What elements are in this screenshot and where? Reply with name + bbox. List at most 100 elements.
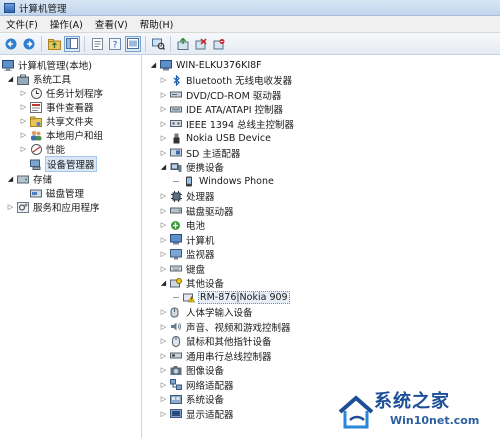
house-logo-icon <box>338 395 374 429</box>
usb-plug-icon <box>170 133 182 144</box>
device-category[interactable]: ▷ SD 主适配器 <box>159 146 241 160</box>
tree-node-device-manager[interactable]: 设备管理器 <box>30 156 97 172</box>
device-item[interactable]: Windows Phone <box>173 175 275 189</box>
tree-label: 服务和应用程序 <box>33 203 100 214</box>
expand-arrow-icon[interactable]: ▷ <box>159 322 168 331</box>
folder-up-icon[interactable] <box>46 36 62 52</box>
update-driver-icon[interactable] <box>175 36 191 52</box>
device-category[interactable]: ▷ 处理器 <box>159 189 216 203</box>
tree-node-performance[interactable]: ▷ 性能 <box>19 142 66 156</box>
console-tree-icon[interactable] <box>64 35 80 52</box>
tree-label: 存储 <box>33 175 53 186</box>
device-category[interactable]: ▷ 人体学输入设备 <box>159 305 254 319</box>
tree-node-local-users[interactable]: ▷ 本地用户和组 <box>19 128 104 142</box>
disable-device-icon[interactable] <box>193 36 209 52</box>
device-category[interactable]: ▷ 图像设备 <box>159 363 225 377</box>
expand-arrow-icon[interactable]: ▷ <box>19 103 28 112</box>
menu-help[interactable]: 帮助(H) <box>134 17 180 31</box>
menu-view[interactable]: 查看(V) <box>89 17 134 31</box>
expand-arrow-icon[interactable]: ▷ <box>19 145 28 154</box>
device-category[interactable]: ▷ 电池 <box>159 218 206 232</box>
expand-arrow-icon[interactable]: ▷ <box>19 117 28 126</box>
expand-arrow-icon[interactable]: ▷ <box>159 148 168 157</box>
collapse-arrow-icon[interactable]: ◢ <box>159 163 168 172</box>
tree-connector <box>173 297 179 298</box>
tree-node-system-tools[interactable]: ◢ 系统工具 <box>6 72 72 86</box>
device-category[interactable]: ▷ 鼠标和其他指针设备 <box>159 334 273 348</box>
tree-label: 事件查看器 <box>46 103 94 114</box>
expand-arrow-icon[interactable]: ▷ <box>159 308 168 317</box>
tree-label: 计算机管理(本地) <box>18 61 92 72</box>
device-tree-pane[interactable]: ◢ WIN-ELKU376KI8F ▷ Bluetooth 无线电收发器 ▷ DVD/… <box>142 55 500 438</box>
expand-arrow-icon[interactable]: ▷ <box>6 203 15 212</box>
expand-arrow-icon[interactable]: ▷ <box>159 76 168 85</box>
expand-arrow-icon[interactable]: ▷ <box>159 351 168 360</box>
uninstall-device-icon[interactable] <box>211 36 227 52</box>
collapse-arrow-icon[interactable]: ◢ <box>159 279 168 288</box>
expand-arrow-icon[interactable]: ▷ <box>159 380 168 389</box>
device-label: 监视器 <box>186 250 215 261</box>
device-label: 其他设备 <box>186 279 225 290</box>
tree-node-event-viewer[interactable]: ▷ 事件查看器 <box>19 100 95 114</box>
device-category[interactable]: ▷ 监视器 <box>159 247 216 261</box>
sd-adapter-icon <box>170 147 182 158</box>
expand-arrow-icon[interactable]: ▷ <box>159 192 168 201</box>
expand-arrow-icon[interactable]: ▷ <box>159 337 168 346</box>
collapse-arrow-icon[interactable]: ◢ <box>6 175 15 184</box>
device-tree-root[interactable]: ◢ WIN-ELKU376KI8F <box>149 58 263 72</box>
help-icon[interactable]: ? <box>107 36 123 52</box>
expand-arrow-icon[interactable]: ▷ <box>159 221 168 230</box>
console-tree-pane[interactable]: 计算机管理(本地) ◢ 系统工具 ▷ 任务计划程序 ▷ 事件查看器 ▷ 共享文件… <box>0 55 142 438</box>
device-category[interactable]: ▷ 键盘 <box>159 262 206 276</box>
menu-bar: 文件(F) 操作(A) 查看(V) 帮助(H) <box>0 16 500 33</box>
device-category[interactable]: ▷ IEEE 1394 总线主控制器 <box>159 117 295 131</box>
expand-arrow-icon[interactable]: ▷ <box>19 89 28 98</box>
device-category[interactable]: ▷ 系统设备 <box>159 392 225 406</box>
tree-node-disk-management[interactable]: 磁盘管理 <box>30 186 85 200</box>
dvd-drive-icon <box>170 89 182 100</box>
expand-arrow-icon[interactable]: ▷ <box>159 134 168 143</box>
device-category[interactable]: ◢ 便携设备 <box>159 160 225 174</box>
expand-arrow-icon[interactable]: ▷ <box>159 119 168 128</box>
device-category[interactable]: ▷ 声音、视频和游戏控制器 <box>159 320 292 334</box>
expand-arrow-icon[interactable]: ▷ <box>159 366 168 375</box>
expand-arrow-icon[interactable]: ▷ <box>159 235 168 244</box>
tree-node-computer-management[interactable]: 计算机管理(本地) <box>2 58 93 72</box>
expand-arrow-icon[interactable]: ▷ <box>19 131 28 140</box>
device-label: 网络适配器 <box>186 380 234 392</box>
device-item[interactable]: ! RM-876|Nokia 909 <box>173 291 290 305</box>
collapse-arrow-icon[interactable]: ◢ <box>149 61 158 70</box>
expand-arrow-icon[interactable]: ▷ <box>159 409 168 418</box>
expand-arrow-icon[interactable]: ▷ <box>159 105 168 114</box>
menu-file[interactable]: 文件(F) <box>0 17 44 31</box>
device-category[interactable]: ▷ IDE ATA/ATAPI 控制器 <box>159 102 284 116</box>
scan-hardware-icon[interactable] <box>150 36 166 52</box>
properties-icon[interactable] <box>89 36 105 52</box>
forward-arrow-icon[interactable] <box>21 36 37 52</box>
device-category[interactable]: ▷ 网络适配器 <box>159 378 235 392</box>
device-category[interactable]: ▷ 磁盘驱动器 <box>159 204 235 218</box>
expand-arrow-icon[interactable]: ▷ <box>159 264 168 273</box>
tree-node-task-scheduler[interactable]: ▷ 任务计划程序 <box>19 86 104 100</box>
device-category[interactable]: ▷ Bluetooth 无线电收发器 <box>159 73 293 87</box>
expand-arrow-icon[interactable]: ▷ <box>159 250 168 259</box>
show-hide-icon[interactable] <box>125 35 141 52</box>
back-arrow-icon[interactable] <box>3 36 19 52</box>
device-category[interactable]: ▷ 通用串行总线控制器 <box>159 349 273 363</box>
expand-arrow-icon[interactable]: ▷ <box>159 90 168 99</box>
expand-arrow-icon[interactable]: ▷ <box>159 206 168 215</box>
device-category[interactable]: ◢ 其他设备 <box>159 276 225 290</box>
collapse-arrow-icon[interactable]: ◢ <box>6 75 15 84</box>
device-category[interactable]: ▷ Nokia USB Device <box>159 131 272 145</box>
device-category[interactable]: ▷ 显示适配器 <box>159 407 235 421</box>
tree-node-storage[interactable]: ◢ 存储 <box>6 172 53 186</box>
device-category[interactable]: ▷ 计算机 <box>159 233 216 247</box>
portable-device-icon <box>170 162 182 173</box>
expand-arrow-icon[interactable]: ▷ <box>159 395 168 404</box>
device-category[interactable]: ▷ DVD/CD-ROM 驱动器 <box>159 88 282 102</box>
tree-node-services-apps[interactable]: ▷ 服务和应用程序 <box>6 200 101 214</box>
menu-action[interactable]: 操作(A) <box>44 17 89 31</box>
device-label: 系统设备 <box>186 395 225 406</box>
tree-label: 磁盘管理 <box>46 189 85 200</box>
tree-node-shared-folders[interactable]: ▷ 共享文件夹 <box>19 114 95 128</box>
